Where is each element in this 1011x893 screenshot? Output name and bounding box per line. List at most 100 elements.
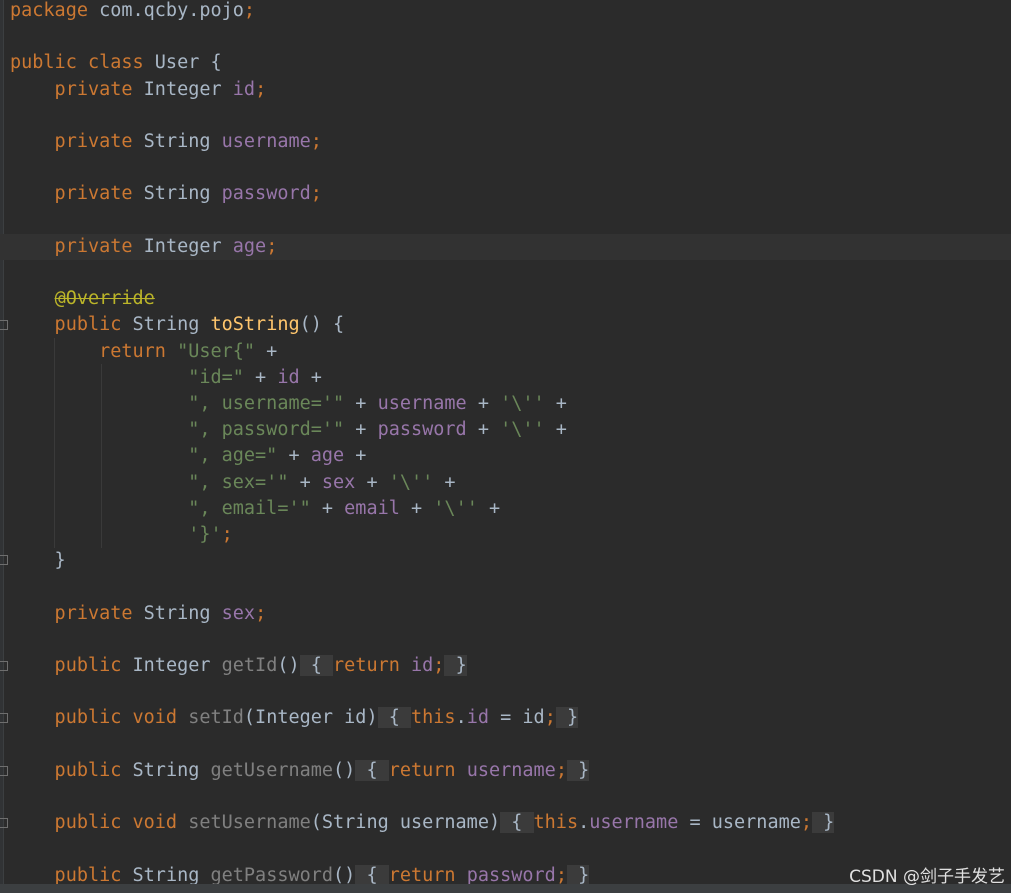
fold-marker-icon[interactable] [0,661,8,671]
code-editor[interactable]: package com.qcby.pojo; public class User … [0,0,1011,893]
code-line[interactable] [0,784,1011,810]
code-line[interactable]: '}'; [0,522,1011,548]
code-token: ", age=" [188,445,278,467]
code-token: password [221,183,311,205]
code-line[interactable] [0,208,1011,234]
code-token: '}' [188,524,222,545]
code-line[interactable] [0,679,1011,705]
code-line[interactable] [0,574,1011,600]
code-token: private [10,183,133,205]
code-token: ", password='" [188,419,345,441]
code-token: '\'' [500,393,545,414]
code-line[interactable]: public String toString() { [0,312,1011,338]
code-token: ; [266,235,278,257]
code-token: + [299,366,322,388]
code-token: (Integer id) [243,707,378,729]
code-token: username [466,759,556,781]
code-line[interactable]: ", email='" + email + '\'' + [0,496,1011,522]
code-token: public [10,864,122,886]
code-token: ; [255,602,267,624]
code-token: return [388,759,467,781]
code-token: + [433,471,456,493]
code-line[interactable] [0,260,1011,286]
code-token: } [10,550,66,572]
code-token: } [444,655,467,676]
code-line[interactable]: return "User{" + [0,339,1011,365]
code-line[interactable]: public Integer getId() { return id; } [0,653,1011,679]
code-line[interactable]: private Integer id; [0,77,1011,103]
fold-marker-icon[interactable] [0,320,8,330]
code-token: { [500,812,534,834]
code-line[interactable] [0,836,1011,862]
code-token: password [466,864,556,886]
fold-marker-icon[interactable] [0,766,8,776]
fold-marker-icon[interactable] [0,818,8,828]
code-line[interactable] [0,103,1011,129]
code-line[interactable]: ", age=" + age + [0,443,1011,469]
code-token: email [344,497,400,519]
code-token: sex [321,471,356,493]
code-line[interactable]: private Integer age; [0,233,1011,260]
code-token: () [333,864,356,886]
code-line[interactable]: private String username; [0,129,1011,155]
code-token: setUsername [188,812,311,834]
code-token: ; [243,0,256,21]
code-token: "id=" [188,366,244,388]
code-line[interactable]: @Override [0,286,1011,312]
code-line[interactable]: public void setUsername(String username)… [0,810,1011,836]
code-line[interactable]: package com.qcby.pojo; [0,0,1011,24]
code-token: public void [10,707,178,729]
code-line[interactable]: ", password='" + password + '\'' + [0,417,1011,443]
code-line[interactable]: public void setId(Integer id) { this.id … [0,705,1011,731]
code-token: ; [221,524,233,545]
code-token: String [132,131,222,152]
code-token: ", sex='" [188,471,289,493]
code-token: Integer [132,235,233,257]
code-token: ; [310,183,322,205]
code-line[interactable]: ", username='" + username + '\'' + [0,391,1011,417]
code-line[interactable]: public String getUsername() { return use… [0,758,1011,784]
code-line[interactable]: private String sex; [0,601,1011,627]
code-token: } [812,812,835,834]
code-token: { [355,759,389,781]
code-token: com.qcby.pojo [87,0,244,21]
code-line[interactable]: } [0,548,1011,574]
code-line[interactable] [0,155,1011,181]
code-token: ; [255,78,267,100]
fold-marker-icon[interactable] [0,713,8,723]
code-token: setId [188,707,244,729]
fold-marker-icon[interactable] [0,555,8,565]
code-line[interactable]: "id=" + id + [0,365,1011,391]
code-token: = username [678,812,801,834]
code-line[interactable]: public class User { [0,50,1011,76]
indent-guide [101,364,102,548]
code-token: Integer [121,655,222,676]
code-line[interactable] [0,24,1011,50]
code-line[interactable]: private String password; [0,181,1011,207]
code-token: @Override [54,288,155,310]
code-token: getId [221,655,278,676]
code-token: username [221,131,311,152]
code-token: + [344,445,367,467]
code-token: . [578,812,590,834]
code-token: age [232,235,267,257]
code-token: String [121,759,211,781]
code-token: package [10,0,88,21]
code-line[interactable] [0,627,1011,653]
code-token: id [232,78,256,100]
code-token: + [466,419,501,441]
code-token: String [132,602,222,624]
code-line[interactable]: ", sex='" + sex + '\'' + [0,470,1011,496]
code-token: public void [10,812,178,834]
code-token: this [411,707,456,729]
code-token: + [288,471,322,493]
code-token: "User{" [177,340,256,362]
code-token: age [310,445,345,467]
code-token: String [132,183,222,205]
code-token: return [388,864,467,886]
code-line[interactable] [0,732,1011,758]
code-token: getUsername [210,759,334,781]
